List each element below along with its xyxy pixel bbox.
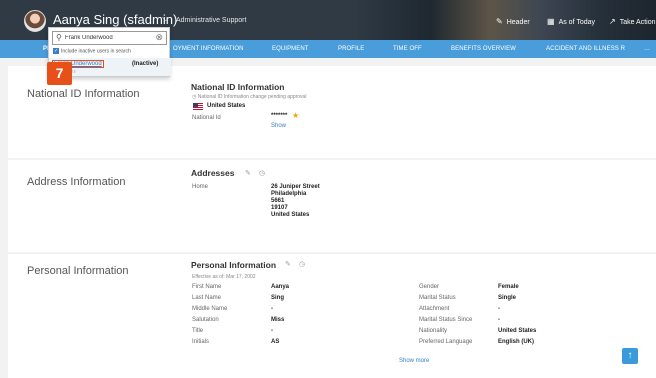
step-number-badge: 7 — [47, 62, 72, 85]
national-id-label: National Id — [192, 115, 221, 121]
tab-more[interactable]: … — [644, 46, 650, 52]
field-value-last-name: Sing — [271, 295, 284, 301]
section-label-national-id: National ID Information — [27, 88, 140, 100]
chevron-down-icon[interactable]: ⌵ — [162, 13, 170, 24]
personal-info-title: Personal Information — [191, 260, 277, 270]
field-value-initials: AS — [271, 339, 280, 345]
national-id-value: ******* — [271, 113, 288, 119]
national-id-country: United States — [207, 103, 246, 109]
history-icon[interactable]: ◷ — [259, 169, 265, 177]
field-label-nationality: Nationality — [419, 328, 448, 334]
address-line: Philadelphia — [271, 191, 307, 197]
address-type-label: Home — [192, 184, 209, 190]
field-value-first-name: Aanya — [271, 284, 290, 290]
search-icon: ⚲ — [56, 33, 62, 42]
address-line: United States — [271, 212, 310, 218]
address-section: Address Information Addresses ✎ ◷ Home 2… — [8, 160, 656, 252]
effective-date: Effective as of: Mar 17, 2002 — [192, 274, 256, 280]
national-id-section: National ID Information National ID Info… — [8, 66, 656, 158]
clear-search-icon[interactable]: ⊗ — [155, 32, 163, 43]
section-label-personal: Personal Information — [27, 265, 129, 277]
field-value-middle-name: - — [271, 306, 273, 312]
edit-icon[interactable]: ✎ — [245, 169, 251, 177]
field-label-attachment: Attachment — [419, 306, 450, 312]
show-more-link[interactable]: Show more — [399, 358, 429, 364]
field-value-marital-status: Single — [498, 295, 517, 301]
address-line: 19107 — [271, 205, 288, 211]
field-label-gender: Gender — [419, 284, 440, 290]
external-action-icon: ↗ — [609, 17, 616, 26]
calendar-icon: ▦ — [547, 17, 555, 26]
user-name[interactable]: Aanya Sing (sfadmin) — [53, 12, 177, 27]
edit-icon: ✎ — [496, 17, 503, 26]
field-label-marital-status: Marital Status — [419, 295, 456, 301]
search-box: ⚲ ⊗ — [52, 31, 167, 45]
field-label-first-name: First Name — [192, 284, 222, 290]
pending-approval-note: ◷ National ID Information change pending… — [192, 94, 307, 100]
tab-profile[interactable]: PROFILE — [338, 46, 364, 52]
search-input[interactable] — [65, 33, 153, 43]
field-value-nationality: United States — [498, 328, 537, 334]
field-label-marital-status-since: Marital Status Since — [419, 317, 473, 323]
national-id-title: National ID Information — [191, 82, 285, 92]
field-value-title: - — [271, 328, 273, 334]
tab-employment-information[interactable]: OYMENT INFORMATION — [173, 46, 244, 52]
field-value-gender: Female — [498, 284, 519, 290]
address-line: 5661 — [271, 198, 285, 204]
field-label-title: Title — [192, 328, 204, 334]
addresses-title: Addresses — [191, 168, 235, 178]
field-label-preferred-language: Preferred Language — [419, 339, 473, 345]
history-icon[interactable]: ◷ — [299, 260, 305, 268]
field-label-last-name: Last Name — [192, 295, 222, 301]
star-icon: ★ — [292, 111, 300, 120]
field-label-initials: Initials — [192, 339, 210, 345]
personal-info-section: Personal Information Personal Informatio… — [8, 254, 656, 378]
field-value-salutation: Miss — [271, 317, 285, 323]
us-flag-icon — [193, 103, 203, 110]
scroll-to-top-button[interactable]: ↑ — [622, 348, 638, 364]
tab-benefits-overview[interactable]: BENEFITS OVERVIEW — [451, 46, 516, 52]
include-inactive-option[interactable]: ✓ Include inactive users in search — [53, 48, 131, 54]
section-label-address: Address Information — [27, 176, 126, 188]
take-action-button[interactable]: ↗ Take Action — [609, 17, 656, 26]
search-result-status: (Inactive) — [132, 61, 159, 67]
avatar[interactable] — [24, 10, 46, 32]
include-inactive-checkbox[interactable]: ✓ — [53, 48, 59, 54]
field-value-attachment: - — [498, 306, 500, 312]
field-label-middle-name: Middle Name — [192, 306, 228, 312]
field-label-salutation: Salutation — [192, 317, 219, 323]
profile-content: National ID Information National ID Info… — [0, 58, 656, 378]
address-line: 26 Juniper Street — [271, 184, 320, 190]
tab-accident-and-illness[interactable]: ACCIDENT AND ILLNESS R — [546, 46, 625, 52]
tab-equipment[interactable]: EQUIPMENT — [272, 46, 309, 52]
as-of-today-button[interactable]: ▦ As of Today — [547, 17, 595, 26]
show-national-id-link[interactable]: Show — [271, 123, 286, 129]
arrow-up-icon: ↑ — [627, 350, 633, 361]
user-role: Administrative Support — [176, 17, 247, 24]
field-value-preferred-language: English (UK) — [498, 339, 534, 345]
field-value-marital-status-since: - — [498, 317, 500, 323]
edit-icon[interactable]: ✎ — [285, 260, 291, 268]
header-edit-button[interactable]: ✎ Header — [496, 17, 530, 26]
include-inactive-label: Include inactive users in search — [61, 48, 131, 55]
tab-time-off[interactable]: TIME OFF — [393, 46, 422, 52]
